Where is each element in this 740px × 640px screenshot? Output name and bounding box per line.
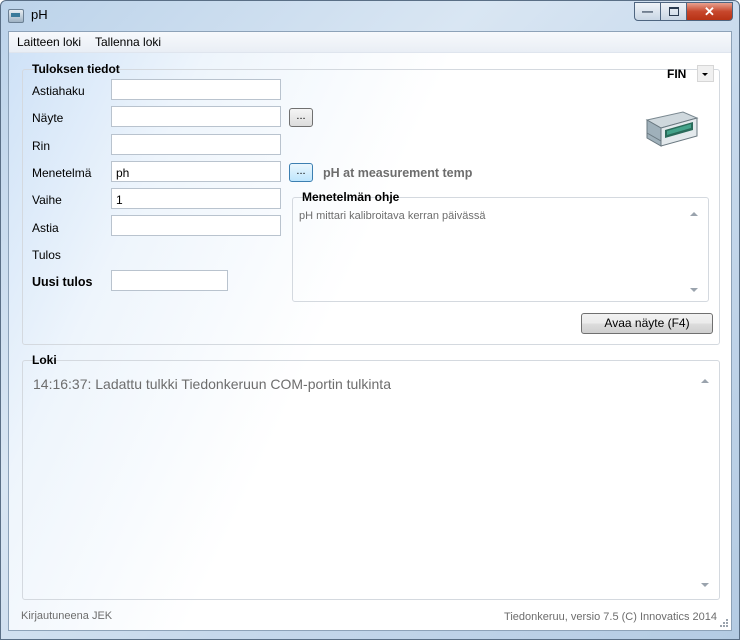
tulos-label: Tulos	[32, 248, 61, 262]
menu-item-save-log[interactable]: Tallenna loki	[95, 35, 161, 49]
scroll-up-icon[interactable]	[701, 379, 709, 383]
astia-label: Astia	[32, 221, 59, 235]
close-icon: ✕	[704, 3, 715, 19]
maximize-icon	[668, 7, 679, 16]
title-bar[interactable]: pH — ✕	[1, 1, 739, 31]
ph-meter-device-icon	[645, 111, 699, 147]
vaihe-input[interactable]	[111, 188, 281, 209]
main-content: Tuloksen tiedot FIN Astiahaku Näyte ... …	[9, 53, 731, 630]
log-title: Loki	[32, 353, 57, 367]
language-label: FIN	[667, 67, 687, 81]
method-help-scrollbar[interactable]	[687, 208, 702, 296]
menetelma-label: Menetelmä	[32, 166, 92, 180]
menetelma-input[interactable]	[111, 161, 281, 182]
method-help-title: Menetelmän ohje	[302, 190, 400, 204]
method-description: pH at measurement temp	[323, 166, 473, 180]
scroll-down-icon[interactable]	[690, 288, 698, 292]
scroll-down-icon[interactable]	[701, 583, 709, 587]
maximize-button[interactable]	[661, 2, 687, 21]
method-help-group: Menetelmän ohje pH mittari kalibroitava …	[292, 190, 709, 302]
rin-label: Rin	[32, 139, 51, 153]
uusi-tulos-input[interactable]	[111, 270, 228, 291]
open-sample-button[interactable]: Avaa näyte (F4)	[581, 313, 713, 334]
log-line: 14:16:37: Ladattu tulkki Tiedonkeruun CO…	[33, 376, 391, 392]
nayte-browse-button[interactable]: ...	[289, 108, 313, 127]
scroll-up-icon[interactable]	[690, 212, 698, 216]
client-area: Laitteen loki Tallenna loki Tuloksen tie…	[8, 31, 732, 631]
method-help-text: pH mittari kalibroitava kerran päivässä	[299, 210, 486, 222]
minimize-icon: —	[642, 5, 653, 18]
menu-bar: Laitteen loki Tallenna loki	[9, 32, 731, 53]
astia-input[interactable]	[111, 215, 281, 236]
window-title: pH	[31, 7, 48, 22]
result-details-group: Tuloksen tiedot FIN Astiahaku Näyte ... …	[22, 62, 720, 345]
ph-meter-icon	[8, 9, 24, 23]
nayte-label: Näyte	[32, 111, 64, 125]
menu-item-device-log[interactable]: Laitteen loki	[17, 35, 81, 49]
log-scrollbar[interactable]	[698, 373, 713, 593]
uusi-tulos-label: Uusi tulos	[32, 275, 93, 289]
log-group: Loki 14:16:37: Ladattu tulkki Tiedonkeru…	[22, 353, 720, 600]
caption-buttons: — ✕	[634, 2, 733, 22]
app-window: pH — ✕ Laitteen loki Tallenna loki Tulok…	[0, 0, 740, 640]
status-logged-in: Kirjautuneena JEK	[21, 610, 113, 622]
language-dropdown[interactable]	[697, 65, 714, 82]
menetelma-browse-button[interactable]: ...	[289, 163, 313, 182]
minimize-button[interactable]: —	[634, 2, 661, 21]
astiahaku-input[interactable]	[111, 79, 281, 100]
vaihe-label: Vaihe	[32, 193, 62, 207]
status-version: Tiedonkeruu, versio 7.5 (C) Innovatics 2…	[504, 611, 717, 623]
close-button[interactable]: ✕	[687, 2, 733, 21]
resize-grip-icon[interactable]	[719, 618, 729, 628]
result-details-title: Tuloksen tiedot	[32, 62, 120, 76]
nayte-input[interactable]	[111, 106, 281, 127]
rin-input[interactable]	[111, 134, 281, 155]
astiahaku-label: Astiahaku	[32, 84, 85, 98]
